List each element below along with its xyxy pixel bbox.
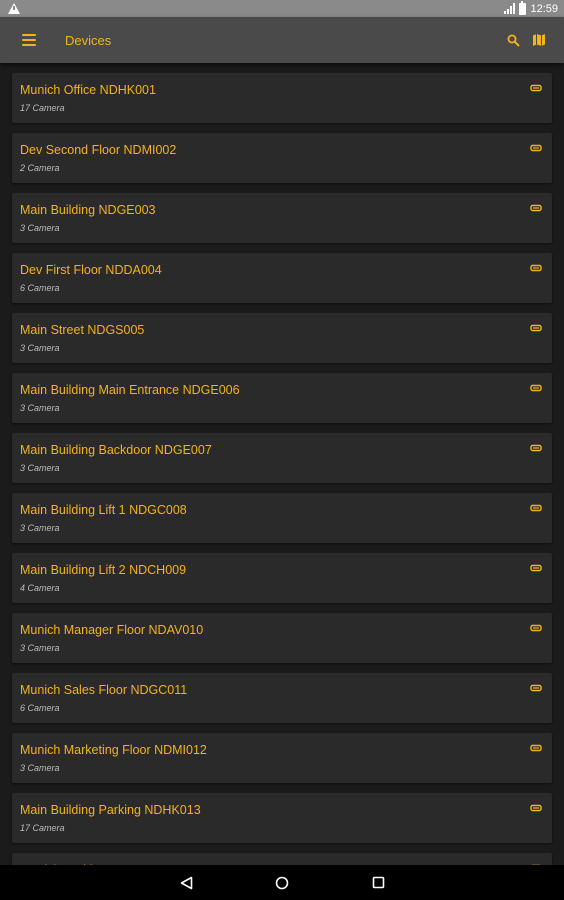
device-card[interactable]: Main Building Lift 1 NDGC008 3 Camera	[12, 493, 552, 543]
device-name: Main Building Parking NDHK013	[20, 803, 201, 817]
camera-device-icon	[530, 444, 542, 452]
page-title: Devices	[65, 32, 112, 48]
camera-device-icon	[530, 84, 542, 92]
camera-device-icon	[530, 264, 542, 272]
device-camera-count: 3 Camera	[20, 343, 60, 353]
camera-device-icon	[530, 144, 542, 152]
device-name: Munich Marketing Floor NDMI012	[20, 743, 207, 757]
camera-device-icon	[530, 624, 542, 632]
device-camera-count: 2 Camera	[20, 163, 60, 173]
device-name: Munich Office NDHK001	[20, 83, 156, 97]
search-button[interactable]	[500, 25, 526, 55]
map-icon	[533, 34, 545, 46]
device-card[interactable]: Main Building Main Entrance NDGE006 3 Cam…	[12, 373, 552, 423]
device-camera-count: 3 Camera	[20, 223, 60, 233]
hamburger-menu-icon	[22, 34, 36, 46]
device-card[interactable]: Main Street NDGS005 3 Camera	[12, 313, 552, 363]
device-card[interactable]: Munich Parking NDHP014	[12, 853, 552, 865]
device-camera-count: 17 Camera	[20, 823, 65, 833]
device-name: Main Building Main Entrance NDGE006	[20, 383, 240, 397]
device-card[interactable]: Main Building Parking NDHK013 17 Camera	[12, 793, 552, 843]
device-card[interactable]: Main Building Backdoor NDGE007 3 Camera	[12, 433, 552, 483]
device-name: Munich Manager Floor NDAV010	[20, 623, 204, 637]
warning-icon	[8, 3, 20, 14]
app-bar: Devices	[0, 17, 564, 63]
device-name: Dev First Floor NDDA004	[20, 263, 162, 277]
device-camera-count: 6 Camera	[20, 283, 60, 293]
status-time: 12:59	[530, 2, 558, 15]
search-icon	[507, 34, 520, 47]
camera-device-icon	[530, 504, 542, 512]
camera-device-icon	[530, 804, 542, 812]
device-camera-count: 3 Camera	[20, 763, 60, 773]
camera-device-icon	[530, 384, 542, 392]
camera-device-icon	[530, 684, 542, 692]
device-camera-count: 3 Camera	[20, 643, 60, 653]
device-camera-count: 3 Camera	[20, 403, 60, 413]
back-button[interactable]	[174, 871, 198, 895]
device-card[interactable]: Dev Second Floor NDMI002 2 Camera	[12, 133, 552, 183]
device-camera-count: 6 Camera	[20, 703, 60, 713]
menu-button[interactable]	[0, 17, 60, 63]
camera-device-icon	[530, 204, 542, 212]
device-card[interactable]: Dev First Floor NDDA004 6 Camera	[12, 253, 552, 303]
device-card[interactable]: Munich Marketing Floor NDMI012 3 Camera	[12, 733, 552, 783]
device-camera-count: 4 Camera	[20, 583, 60, 593]
map-button[interactable]	[526, 25, 552, 55]
back-triangle-icon	[180, 876, 192, 889]
device-camera-count: 17 Camera	[20, 103, 65, 113]
camera-device-icon	[530, 744, 542, 752]
recents-button[interactable]	[366, 871, 390, 895]
home-circle-icon	[275, 876, 289, 889]
recents-square-icon	[372, 876, 384, 889]
home-button[interactable]	[270, 871, 294, 895]
device-name: Main Building Lift 2 NDCH009	[20, 563, 187, 577]
camera-device-icon	[530, 324, 542, 332]
device-name: Main Building NDGE003	[20, 203, 156, 217]
device-card[interactable]: Main Building NDGE003 3 Camera	[12, 193, 552, 243]
device-name: Main Street NDGS005	[20, 323, 145, 337]
camera-device-icon	[530, 564, 542, 572]
device-card[interactable]: Munich Manager Floor NDAV010 3 Camera	[12, 613, 552, 663]
device-camera-count: 3 Camera	[20, 463, 60, 473]
device-name: Main Building Backdoor NDGE007	[20, 443, 212, 457]
device-card[interactable]: Munich Office NDHK001 17 Camera	[12, 73, 552, 123]
device-name: Munich Sales Floor NDGC011	[20, 683, 188, 697]
device-name: Main Building Lift 1 NDGC008	[20, 503, 187, 517]
signal-icon	[504, 3, 516, 14]
device-card[interactable]: Main Building Lift 2 NDCH009 4 Camera	[12, 553, 552, 603]
status-bar: 12:59	[0, 0, 564, 17]
device-camera-count: 3 Camera	[20, 523, 60, 533]
device-name: Dev Second Floor NDMI002	[20, 143, 177, 157]
battery-icon	[519, 0, 527, 15]
navigation-bar	[0, 865, 564, 900]
device-card[interactable]: Munich Sales Floor NDGC011 6 Camera	[12, 673, 552, 723]
device-list[interactable]: Munich Office NDHK001 17 Camera Dev Second…	[0, 63, 564, 865]
